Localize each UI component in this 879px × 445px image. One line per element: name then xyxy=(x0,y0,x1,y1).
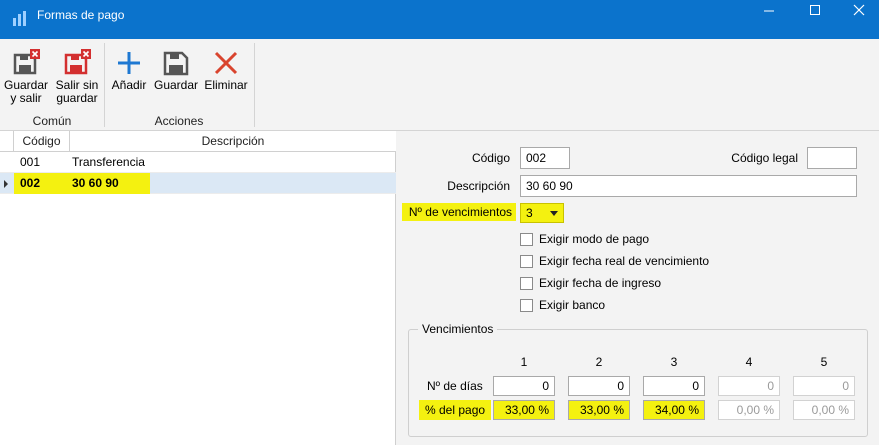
close-icon xyxy=(853,4,864,16)
delete-label: Eliminar xyxy=(204,78,248,92)
ribbon-separator xyxy=(254,43,255,127)
maximize-button[interactable] xyxy=(792,0,838,20)
vencimiento-column-5: 5 xyxy=(820,355,828,369)
ribbon: Guardar y salir Salir sin guardar Común … xyxy=(0,39,879,131)
add-button[interactable]: Añadir xyxy=(108,45,150,92)
save-label: Guardar xyxy=(153,78,199,92)
checkbox-box[interactable] xyxy=(520,232,533,246)
save-exit-icon xyxy=(13,49,40,75)
chevron-down-icon xyxy=(550,211,558,216)
descripcion-label: Descripción xyxy=(447,179,510,193)
add-icon xyxy=(118,52,140,74)
save-exit-button[interactable]: Guardar y salir xyxy=(2,45,50,105)
add-label: Añadir xyxy=(111,78,147,92)
dias-input-2[interactable]: 0 xyxy=(568,376,630,396)
checkbox-exigir-fecha-real[interactable]: Exigir fecha real de vencimiento xyxy=(520,254,709,268)
group-label-comun: Común xyxy=(32,114,72,128)
exit-no-save-icon xyxy=(64,49,91,75)
cell-codigo: 002 xyxy=(20,176,41,190)
exit-no-save-label: Salir sin guardar xyxy=(55,78,99,105)
pago-input-5: 0,00 % xyxy=(793,400,855,420)
checkbox-box[interactable] xyxy=(520,298,533,312)
save-button[interactable]: Guardar xyxy=(152,45,200,92)
save-exit-label: Guardar y salir xyxy=(3,78,49,105)
pago-input-2[interactable]: 33,00 % xyxy=(568,400,630,420)
table-row[interactable]: 001 Transferencia xyxy=(0,152,396,173)
delete-icon xyxy=(214,51,238,75)
grid-header-indicator xyxy=(0,131,14,152)
table-row-selected[interactable]: 002 30 60 90 xyxy=(0,173,396,194)
column-header-codigo[interactable]: Código xyxy=(14,131,70,152)
vencimiento-column-2: 2 xyxy=(595,355,603,369)
minimize-button[interactable] xyxy=(746,0,792,20)
close-button[interactable] xyxy=(838,0,879,20)
checkbox-exigir-modo-pago[interactable]: Exigir modo de pago xyxy=(520,232,649,246)
pago-input-1[interactable]: 33,00 % xyxy=(493,400,555,420)
checkbox-label: Exigir fecha real de vencimiento xyxy=(539,254,710,268)
vencimientos-group: Vencimientos 1 2 3 4 5 Nº de días 0 0 0 … xyxy=(408,322,868,437)
checkbox-label: Exigir modo de pago xyxy=(539,232,650,246)
descripcion-field[interactable]: 30 60 90 xyxy=(520,175,857,197)
window-title: Formas de pago xyxy=(37,8,125,22)
cell-descripcion: 30 60 90 xyxy=(72,176,119,190)
detail-form: Código 002 Código legal Descripción 30 6… xyxy=(396,131,879,445)
vencimiento-column-3: 3 xyxy=(670,355,678,369)
maximize-icon xyxy=(810,5,820,15)
vencimientos-legend: Vencimientos xyxy=(418,322,498,336)
payment-methods-grid: Código Descripción 001 Transferencia 002… xyxy=(0,131,396,445)
minimize-icon xyxy=(764,10,774,12)
delete-button[interactable]: Eliminar xyxy=(202,45,250,92)
vencimientos-count-label: Nº de vencimientos xyxy=(402,203,516,221)
cell-codigo: 001 xyxy=(20,155,41,169)
codigo-field[interactable]: 002 xyxy=(520,147,570,169)
group-label-acciones: Acciones xyxy=(154,114,204,128)
title-bar: Formas de pago xyxy=(0,0,879,39)
vencimiento-column-4: 4 xyxy=(745,355,753,369)
app-icon xyxy=(13,11,26,26)
pago-input-4: 0,00 % xyxy=(718,400,780,420)
checkbox-box[interactable] xyxy=(520,254,533,268)
codigo-legal-field[interactable] xyxy=(807,147,857,169)
dias-input-4: 0 xyxy=(718,376,780,396)
save-icon xyxy=(163,51,189,76)
checkbox-label: Exigir banco xyxy=(539,298,606,312)
row-indicator-icon xyxy=(4,180,8,188)
codigo-label: Código xyxy=(471,151,510,165)
vencimiento-column-1: 1 xyxy=(520,355,528,369)
codigo-legal-label: Código legal xyxy=(731,151,798,165)
pago-input-3[interactable]: 34,00 % xyxy=(643,400,705,420)
checkbox-label: Exigir fecha de ingreso xyxy=(539,276,662,290)
checkbox-exigir-fecha-ingreso[interactable]: Exigir fecha de ingreso xyxy=(520,276,661,290)
column-header-descripcion[interactable]: Descripción xyxy=(70,131,396,152)
checkbox-box[interactable] xyxy=(520,276,533,290)
dias-input-3[interactable]: 0 xyxy=(643,376,705,396)
vencimientos-count-select[interactable]: 3 xyxy=(520,203,564,223)
dias-input-5: 0 xyxy=(793,376,855,396)
vencimientos-count-value: 3 xyxy=(526,206,533,220)
grid-header: Código Descripción xyxy=(0,131,396,152)
dias-label: Nº de días xyxy=(427,379,483,393)
dias-input-1[interactable]: 0 xyxy=(493,376,555,396)
exit-no-save-button[interactable]: Salir sin guardar xyxy=(53,45,101,105)
cell-descripcion: Transferencia xyxy=(72,155,145,169)
checkbox-exigir-banco[interactable]: Exigir banco xyxy=(520,298,605,312)
pago-label: % del pago xyxy=(419,400,492,420)
